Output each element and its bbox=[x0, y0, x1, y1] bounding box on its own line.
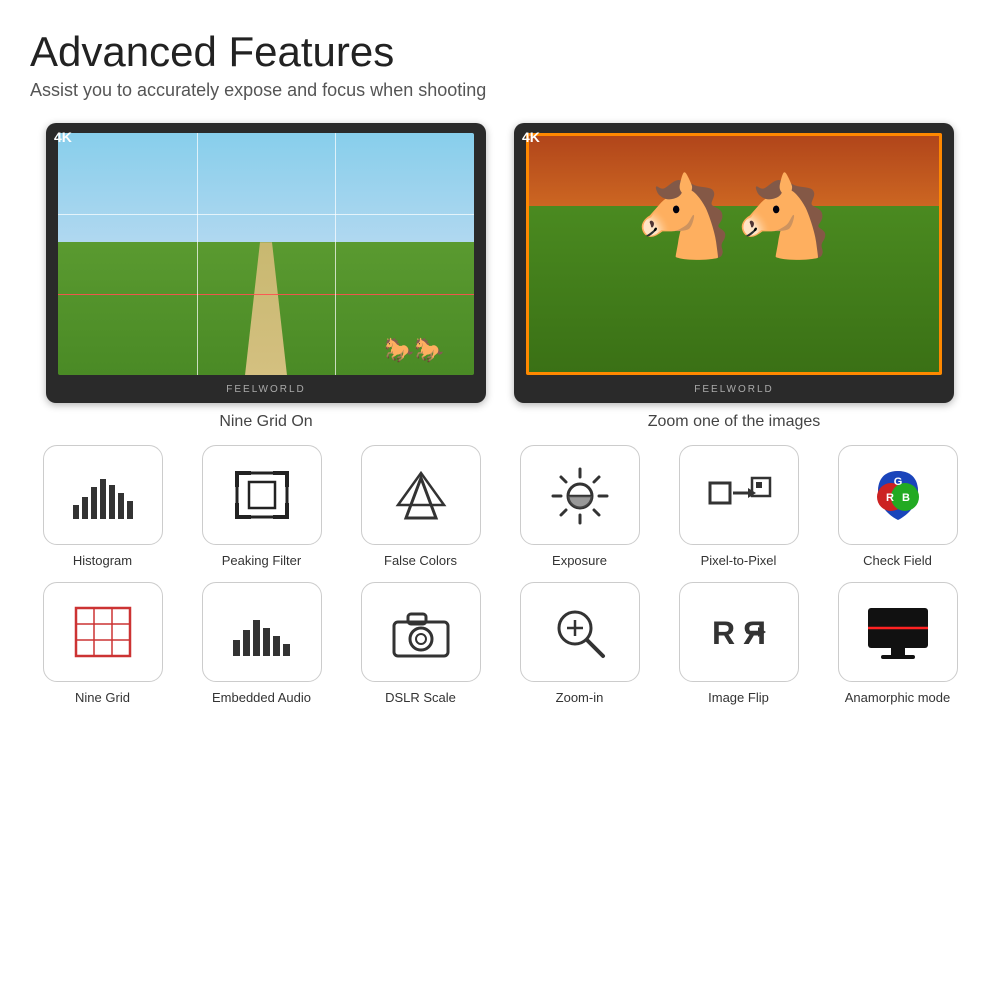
dslr-scale-label: DSLR Scale bbox=[385, 690, 456, 705]
exposure-icon-box bbox=[520, 445, 640, 545]
nine-grid-icon-box bbox=[43, 582, 163, 682]
svg-text:R: R bbox=[712, 615, 735, 651]
monitors-row: 4K 🐎🐎 FEELWORLD Nine Grid On bbox=[30, 123, 970, 431]
zoom-in-label: Zoom-in bbox=[556, 690, 604, 705]
anamorphic-mode-icon-box bbox=[838, 582, 958, 682]
pixel-to-pixel-label: Pixel-to-Pixel bbox=[701, 553, 777, 568]
page: Advanced Features Assist you to accurate… bbox=[0, 0, 1000, 1000]
svg-text:B: B bbox=[902, 492, 910, 504]
feature-dslr-scale: DSLR Scale bbox=[348, 582, 493, 705]
anamorphic-mode-label: Anamorphic mode bbox=[845, 690, 951, 705]
dslr-scale-icon-box bbox=[361, 582, 481, 682]
feature-zoom-in: Zoom-in bbox=[507, 582, 652, 705]
embedded-audio-label: Embedded Audio bbox=[212, 690, 311, 705]
svg-text:R: R bbox=[886, 492, 894, 504]
monitor-zoom-wrapper: 4K 🐴🐴 FEELWORLD Zoom one of the images bbox=[514, 123, 954, 431]
histogram-label: Histogram bbox=[73, 553, 132, 568]
feature-peaking-filter: Peaking Filter bbox=[189, 445, 334, 568]
nine-grid-icon bbox=[68, 600, 138, 665]
page-title: Advanced Features bbox=[30, 28, 970, 76]
image-flip-label: Image Flip bbox=[708, 690, 769, 705]
false-colors-icon-box bbox=[361, 445, 481, 545]
histogram-icon bbox=[68, 465, 138, 525]
exposure-label: Exposure bbox=[552, 553, 607, 568]
monitor-caption-right: Zoom one of the images bbox=[648, 413, 821, 431]
svg-text:G: G bbox=[893, 476, 902, 488]
feature-histogram: Histogram bbox=[30, 445, 175, 568]
image-flip-icon-box: R R bbox=[679, 582, 799, 682]
monitor-4k-label-right: 4K bbox=[522, 129, 540, 145]
monitor-brand-left: FEELWORLD bbox=[226, 384, 306, 395]
features-row-1: Histogram Peaking Filter bbox=[30, 445, 970, 568]
feature-image-flip: R R Image Flip bbox=[666, 582, 811, 705]
monitor-zoom: 4K 🐴🐴 FEELWORLD bbox=[514, 123, 954, 403]
monitor-screen-nine-grid: 🐎🐎 bbox=[58, 133, 474, 375]
feature-embedded-audio: Embedded Audio bbox=[189, 582, 334, 705]
check-field-icon: R G B bbox=[863, 463, 933, 528]
feature-nine-grid: Nine Grid bbox=[30, 582, 175, 705]
nine-grid-label: Nine Grid bbox=[75, 690, 130, 705]
histogram-icon-box bbox=[43, 445, 163, 545]
feature-exposure: Exposure bbox=[507, 445, 652, 568]
zoom-border bbox=[526, 133, 942, 375]
monitor-4k-label-left: 4K bbox=[54, 129, 72, 145]
anamorphic-mode-icon bbox=[863, 600, 933, 665]
zoom-in-icon bbox=[545, 600, 615, 665]
exposure-icon bbox=[545, 463, 615, 528]
feature-false-colors: False Colors bbox=[348, 445, 493, 568]
false-colors-label: False Colors bbox=[384, 553, 457, 568]
false-colors-icon bbox=[386, 463, 456, 528]
dslr-scale-icon bbox=[386, 600, 456, 665]
feature-anamorphic-mode: Anamorphic mode bbox=[825, 582, 970, 705]
embedded-audio-icon-box bbox=[202, 582, 322, 682]
peaking-filter-icon-box bbox=[202, 445, 322, 545]
feature-pixel-to-pixel: Pixel-to-Pixel bbox=[666, 445, 811, 568]
peaking-filter-label: Peaking Filter bbox=[222, 553, 301, 568]
monitor-nine-grid: 4K 🐎🐎 FEELWORLD bbox=[46, 123, 486, 403]
monitor-screen-zoom: 🐴🐴 bbox=[526, 133, 942, 375]
horses-small-icon: 🐎🐎 bbox=[384, 336, 444, 365]
peaking-filter-icon bbox=[227, 465, 297, 525]
pixel-to-pixel-icon bbox=[704, 463, 774, 528]
pixel-to-pixel-icon-box bbox=[679, 445, 799, 545]
svg-text:R: R bbox=[742, 615, 765, 651]
zoom-in-icon-box bbox=[520, 582, 640, 682]
embedded-audio-icon bbox=[227, 600, 297, 665]
check-field-label: Check Field bbox=[863, 553, 932, 568]
check-field-icon-box: R G B bbox=[838, 445, 958, 545]
image-flip-icon: R R bbox=[704, 600, 774, 665]
sky-bg bbox=[58, 133, 474, 242]
features-row-2: Nine Grid Embedded Audio bbox=[30, 582, 970, 705]
feature-check-field: R G B Check Field bbox=[825, 445, 970, 568]
monitor-nine-grid-wrapper: 4K 🐎🐎 FEELWORLD Nine Grid On bbox=[46, 123, 486, 431]
monitor-caption-left: Nine Grid On bbox=[219, 413, 312, 431]
page-subtitle: Assist you to accurately expose and focu… bbox=[30, 80, 970, 101]
monitor-brand-right: FEELWORLD bbox=[694, 384, 774, 395]
